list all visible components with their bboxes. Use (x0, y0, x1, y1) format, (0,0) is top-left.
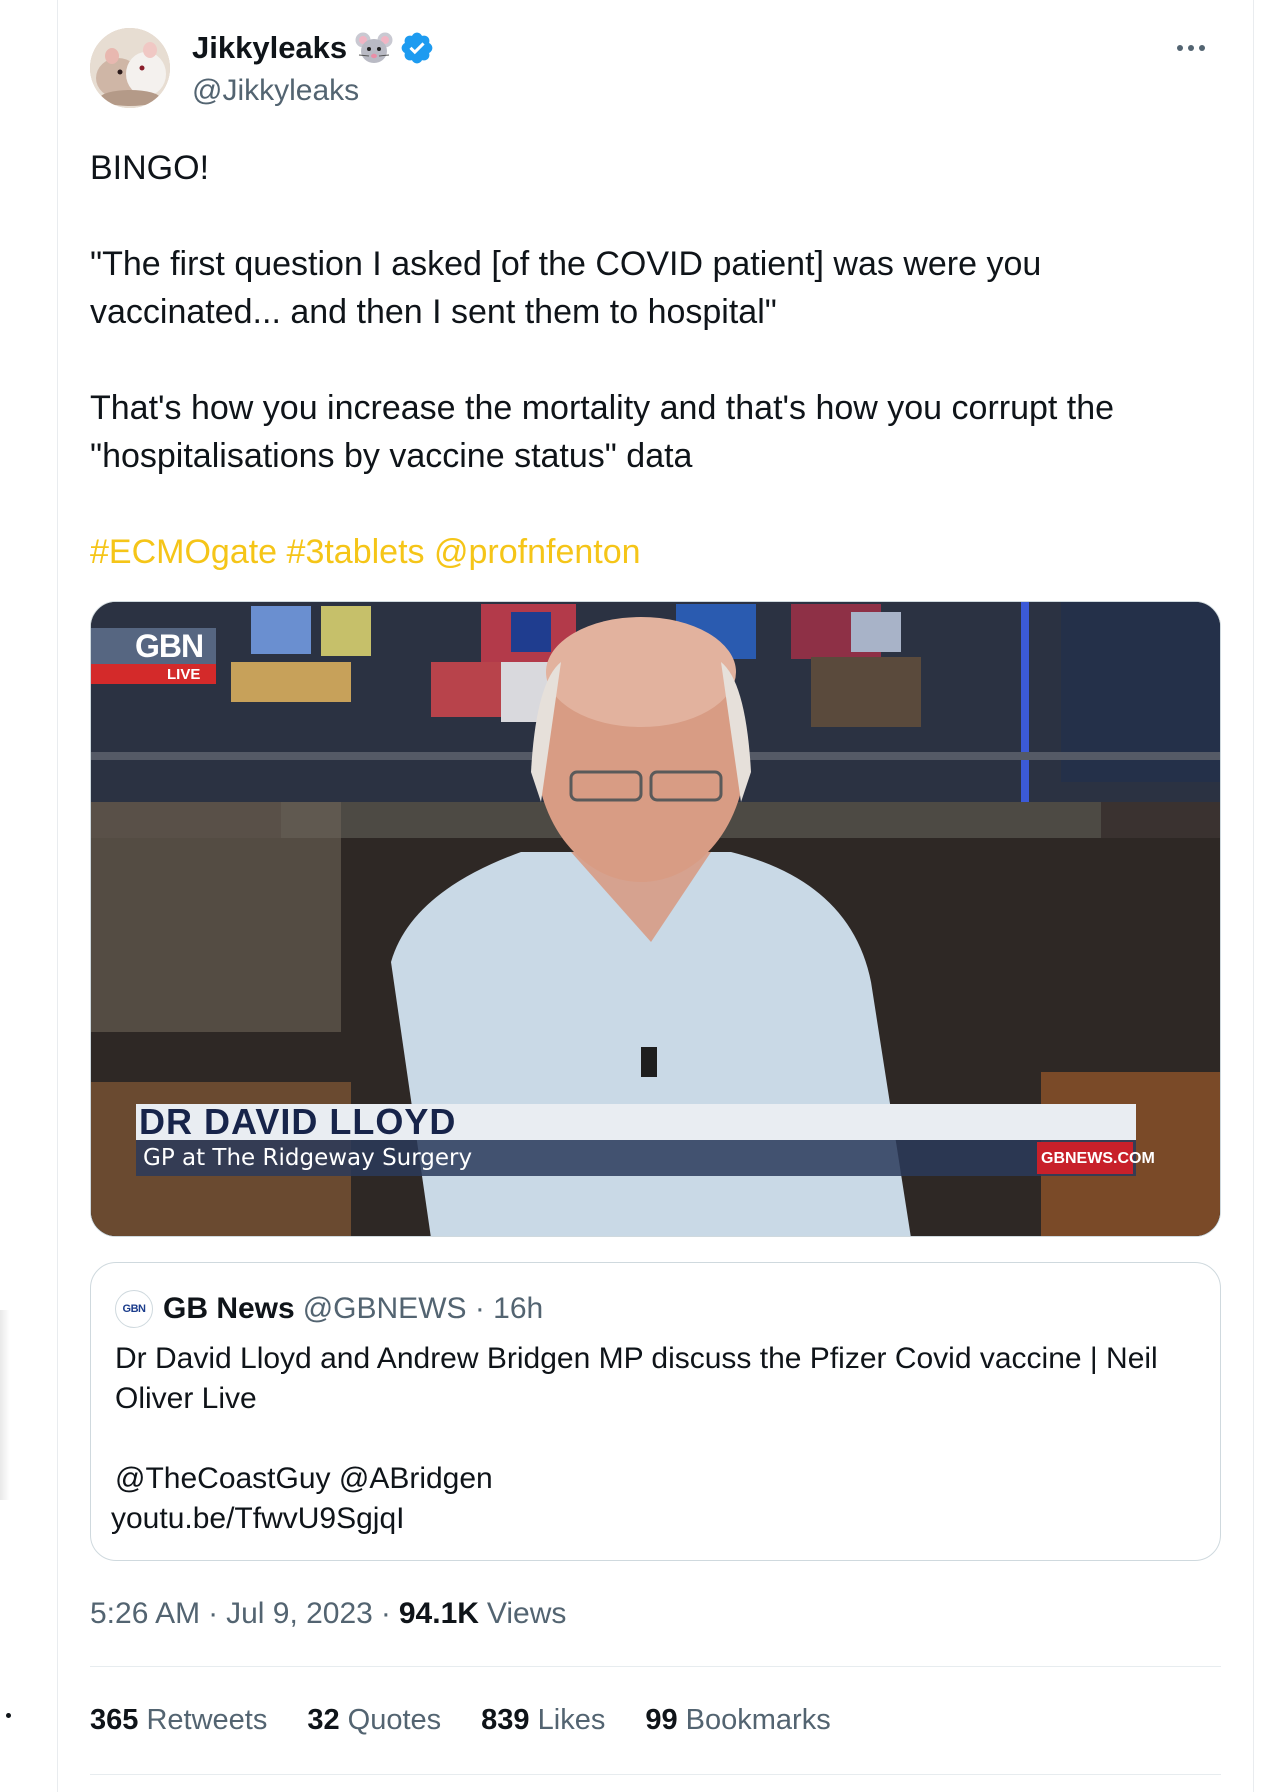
tweet-paragraph: BINGO! (90, 149, 210, 187)
tweet-tags: #ECMOgate #3tablets @profnfenton (90, 528, 1200, 576)
quoted-handle-time: @GBNEWS · 16h (302, 1292, 544, 1325)
lower-third-site: GBNEWS.COM (1041, 1150, 1155, 1167)
hashtag-ecmogate[interactable]: #ECMOgate (90, 533, 277, 571)
stat-retweets[interactable]: 365 Retweets (90, 1704, 267, 1737)
quoted-link[interactable]: youtu.be/TfwvU9SgjqI (111, 1499, 404, 1539)
divider (90, 1774, 1221, 1775)
avatar[interactable] (90, 28, 170, 108)
left-edge-dot (6, 1713, 11, 1718)
quoted-mentions[interactable]: @TheCoastGuy @ABridgen (115, 1459, 493, 1499)
lower-third-title: GP at The Ridgeway Surgery (143, 1145, 473, 1171)
left-edge-shadow (0, 1310, 10, 1500)
display-name-row: Jikkyleaks (192, 28, 435, 68)
tweet-paragraph: That's how you increase the mortality an… (90, 389, 1115, 475)
divider (90, 1666, 1221, 1667)
display-name[interactable]: Jikkyleaks (192, 30, 347, 66)
views-label: Views (486, 1597, 567, 1630)
quoted-avatar[interactable]: GBN (115, 1290, 153, 1328)
quoted-display-name[interactable]: GB News (163, 1292, 295, 1326)
tweet-date[interactable]: Jul 9, 2023 (226, 1597, 373, 1631)
stat-likes[interactable]: 839 Likes (481, 1704, 605, 1737)
stat-bookmarks[interactable]: 99 Bookmarks (645, 1704, 830, 1737)
avatar-mice-image (90, 28, 170, 108)
more-options-icon[interactable] (1177, 38, 1217, 58)
engagement-stats: 365 Retweets 32 Quotes 839 Likes 99 Book… (90, 1700, 871, 1740)
author-names: Jikkyleaks @Jikkyleaks (192, 28, 435, 108)
mention-profnfenton[interactable]: @profnfenton (434, 533, 641, 571)
tweet: Jikkyleaks @Jikkyleaks BINGO! "The first… (57, 0, 1254, 1792)
tweet-time[interactable]: 5:26 AM (90, 1597, 200, 1631)
lower-third-name: DR DAVID LLOYD (139, 1101, 457, 1142)
tweet-text: BINGO! "The first question I asked [of t… (90, 144, 1200, 576)
quoted-tweet[interactable]: GBN GB News @GBNEWS · 16h Dr David Lloyd… (90, 1262, 1221, 1561)
quoted-tweet-header: GBN GB News @GBNEWS · 16h (115, 1289, 543, 1329)
quoted-text: Dr David Lloyd and Andrew Bridgen MP dis… (115, 1342, 1158, 1415)
verified-badge-icon[interactable] (399, 30, 435, 66)
stat-quotes[interactable]: 32 Quotes (307, 1704, 441, 1737)
author-handle[interactable]: @Jikkyleaks (192, 74, 435, 108)
tweet-timestamp: 5:26 AM · Jul 9, 2023 · 94.1K Views (90, 1597, 567, 1631)
tweet-author: Jikkyleaks @Jikkyleaks (90, 28, 435, 108)
left-edge (0, 0, 58, 1792)
live-label: LIVE (167, 666, 201, 683)
video-media[interactable]: GBN LIVE DR DAVID LLOYD GP at The Ridgew… (90, 601, 1221, 1237)
mouse-emoji-icon (355, 32, 393, 63)
views-count: 94.1K (398, 1597, 479, 1630)
tweet-paragraph: "The first question I asked [of the COVI… (90, 245, 1042, 331)
channel-logo: GBN (135, 628, 204, 664)
hashtag-3tablets[interactable]: #3tablets (287, 533, 425, 571)
